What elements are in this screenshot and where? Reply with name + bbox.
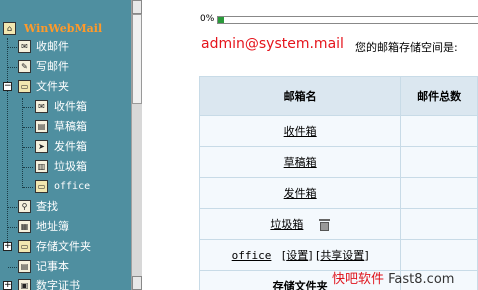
table-row: 收件箱 (198, 115, 478, 147)
sidebar-item-inbox-folder[interactable]: ✉ 收件箱 (0, 98, 131, 116)
tree-line (8, 67, 17, 68)
mailbox-link-office[interactable]: office (232, 249, 272, 262)
tree-line (23, 167, 33, 168)
sidebar-item-label: 写邮件 (36, 60, 69, 73)
sidebar-scrollbar[interactable] (131, 0, 142, 290)
scroll-thumb[interactable] (132, 14, 142, 104)
storage-folder-icon: ▭ (18, 240, 31, 253)
share-settings-link[interactable]: 共享设置 (320, 249, 364, 262)
tree-line (23, 147, 33, 148)
sidebar-item-label: 数字证书 (36, 279, 80, 290)
table-row: office [设置] [共享设置] (198, 239, 478, 271)
inbox-icon: ✉ (18, 40, 31, 53)
brand-label: WinWebMail (24, 22, 103, 35)
sidebar-item-office[interactable]: ▭ office (0, 178, 131, 196)
sidebar-item-notepad[interactable]: ▤ 记事本 (0, 258, 131, 276)
header-mail-count: 邮件总数 (400, 76, 478, 116)
progress-fill (218, 17, 224, 23)
collapse-icon[interactable]: − (3, 82, 12, 91)
bracket: ] (364, 249, 369, 262)
certificate-icon: ▣ (18, 279, 31, 290)
storage-folder-link[interactable]: 存储文件夹 (273, 280, 328, 290)
mailbox-link-inbox[interactable]: 收件箱 (284, 125, 317, 138)
sidebar-item-label: 文件夹 (36, 80, 69, 93)
watermark-domain: Fast8.com (384, 272, 455, 287)
tree-line (8, 47, 17, 48)
mailbox-link-outbox[interactable]: 发件箱 (284, 187, 317, 200)
tree-line (8, 207, 17, 208)
table-row: 发件箱 (198, 177, 478, 209)
mailbox-link-drafts[interactable]: 草稿箱 (284, 156, 317, 169)
table-cell (400, 239, 478, 271)
progress-bar (217, 16, 478, 24)
tree-line (23, 127, 33, 128)
sidebar-item-drafts[interactable]: ▤ 草稿箱 (0, 118, 131, 136)
addressbook-icon: ▦ (18, 220, 31, 233)
table-cell (400, 177, 478, 209)
table-cell (400, 115, 478, 147)
table-row: 草稿箱 (198, 146, 478, 178)
tree-line (8, 267, 17, 268)
sidebar-item-label: 发件箱 (54, 140, 87, 153)
sidebar-item-label: 查找 (36, 200, 58, 213)
quota-label: 您的邮箱存储空间是: (355, 41, 458, 54)
sidebar-item-label: 记事本 (36, 260, 69, 273)
sidebar-item-label: 地址簿 (36, 220, 69, 233)
scroll-up-button[interactable] (132, 0, 142, 14)
table-cell (400, 208, 478, 240)
bracket: ] [ (308, 249, 321, 262)
tree-line (23, 187, 33, 188)
search-icon: ⚲ (18, 200, 31, 213)
watermark: 快吧软件 Fast8.com (332, 268, 454, 287)
tree-line (23, 107, 33, 108)
sidebar-item-certificate[interactable]: + ▣ 数字证书 (0, 277, 131, 290)
header-mailbox-name: 邮箱名 (198, 76, 402, 116)
sidebar-item-inbox[interactable]: ✉ 收邮件 (0, 38, 131, 56)
trash-icon: ▥ (35, 160, 48, 173)
sidebar-item-search[interactable]: ⚲ 查找 (0, 198, 131, 216)
mailbox-link-trash[interactable]: 垃圾箱 (270, 218, 303, 231)
folder-icon: ▭ (18, 80, 31, 93)
drafts-icon: ▤ (35, 120, 48, 133)
inbox-folder-icon: ✉ (35, 100, 48, 113)
table-cell (400, 146, 478, 178)
table-row: 垃圾箱 (198, 208, 478, 240)
main-panel: 0% admin@system.mail 您的邮箱存储空间是: 邮箱名 邮件总数… (142, 0, 478, 290)
progress-percent: 0% (200, 14, 215, 24)
table-header-row: 邮箱名 邮件总数 (198, 76, 478, 116)
sidebar-item-addressbook[interactable]: ▦ 地址簿 (0, 218, 131, 236)
sidebar-item-label: office (54, 181, 91, 192)
mailbox-table: 邮箱名 邮件总数 收件箱 草稿箱 发件箱 垃圾箱 office [设置] [共享… (198, 76, 478, 290)
scroll-down-button[interactable] (132, 276, 142, 290)
watermark-text: 快吧软件 (332, 272, 385, 287)
tree-line (8, 227, 17, 228)
sidebar-item-folders[interactable]: − ▭ 文件夹 (0, 78, 131, 96)
sidebar-item-label: 存储文件夹 (36, 240, 91, 253)
settings-link[interactable]: 设置 (286, 249, 308, 262)
home-icon: ⌂ (3, 22, 16, 35)
sidebar-item-trash[interactable]: ▥ 垃圾箱 (0, 158, 131, 176)
notepad-icon: ▤ (18, 260, 31, 273)
bracket: [ (274, 249, 287, 262)
sidebar-item-storage[interactable]: + ▭ 存储文件夹 (0, 238, 131, 256)
sidebar: ⌂ WinWebMail ✉ 收邮件 ✎ 写邮件 − ▭ 文件夹 ✉ 收件箱 ▤… (0, 0, 131, 290)
compose-icon: ✎ (18, 60, 31, 73)
sidebar-item-compose[interactable]: ✎ 写邮件 (0, 58, 131, 76)
account-address: admin@system.mail (201, 36, 344, 52)
expand-icon[interactable]: + (3, 281, 12, 290)
sidebar-item-label: 垃圾箱 (54, 160, 87, 173)
sidebar-item-label: 草稿箱 (54, 120, 87, 133)
outbox-icon: ➤ (35, 140, 48, 153)
sidebar-item-label: 收邮件 (36, 40, 69, 53)
sidebar-brand[interactable]: ⌂ WinWebMail (0, 20, 131, 38)
sidebar-item-label: 收件箱 (54, 100, 87, 113)
empty-trash-icon[interactable] (318, 219, 330, 231)
sidebar-item-outbox[interactable]: ➤ 发件箱 (0, 138, 131, 156)
folder-icon: ▭ (35, 180, 48, 193)
expand-icon[interactable]: + (3, 242, 12, 251)
